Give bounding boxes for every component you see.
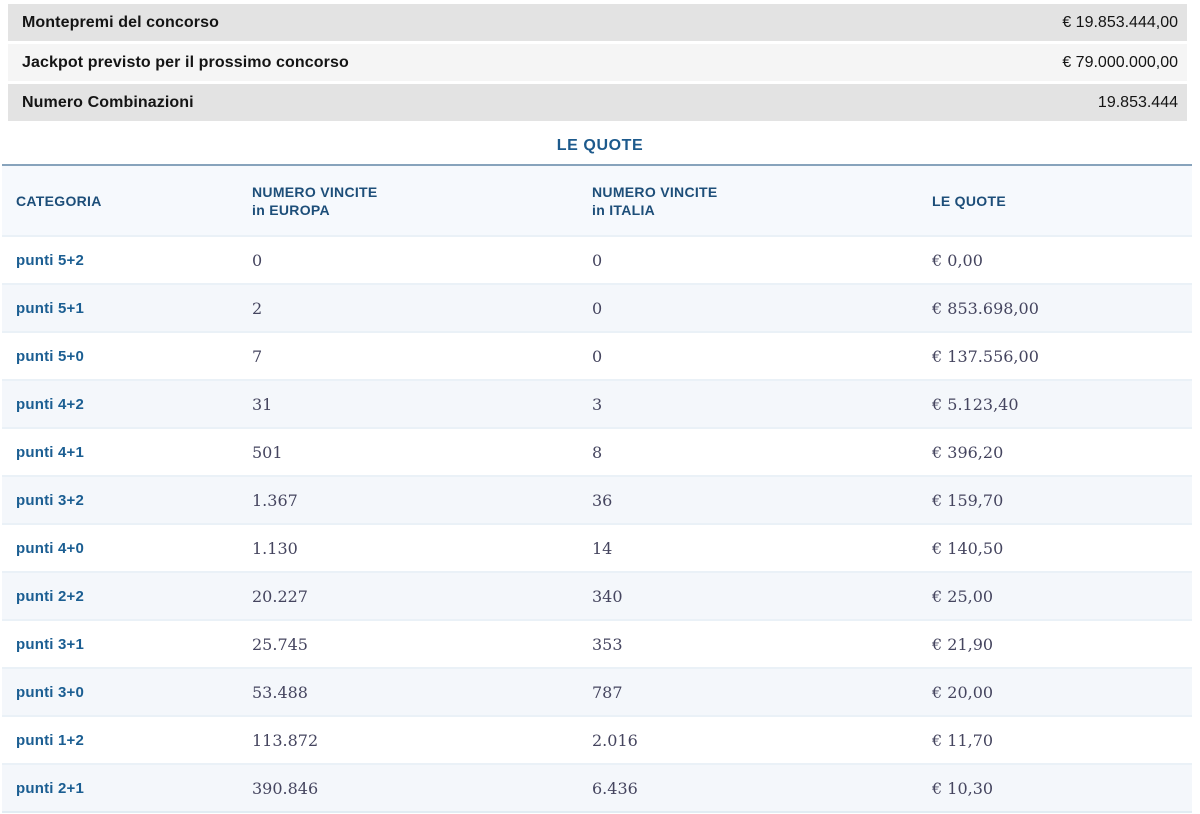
header-vincite-europa: NUMERO VINCITE in EUROPA <box>238 165 578 236</box>
category-cell: punti 3+0 <box>2 667 238 716</box>
quote-table: CATEGORIA NUMERO VINCITE in EUROPA NUMER… <box>2 164 1192 813</box>
quota-cell: € 159,70 <box>918 475 1192 524</box>
quota-cell: € 140,50 <box>918 523 1192 572</box>
combinazioni-value: 19.853.444 <box>1097 93 1178 111</box>
wins-europe-cell: 501 <box>238 427 578 476</box>
header-row: CATEGORIA NUMERO VINCITE in EUROPA NUMER… <box>2 165 1192 236</box>
table-row-punti-4-2: punti 4+2 31 3 € 5.123,40 <box>2 379 1192 428</box>
montepremi-value: € 19.853.444,00 <box>1062 13 1178 31</box>
quota-cell: € 21,90 <box>918 619 1192 668</box>
table-row-punti-5-0: punti 5+0 7 0 € 137.556,00 <box>2 331 1192 380</box>
lottery-results-page: Montepremi del concorso € 19.853.444,00 … <box>0 0 1200 814</box>
quota-cell: € 137.556,00 <box>918 331 1192 380</box>
category-cell: punti 2+2 <box>2 571 238 620</box>
wins-europe-cell: 31 <box>238 379 578 428</box>
wins-italy-cell: 787 <box>578 667 918 716</box>
category-cell: punti 3+1 <box>2 619 238 668</box>
header-vincite-italia: NUMERO VINCITE in ITALIA <box>578 165 918 236</box>
table-row-punti-5-1: punti 5+1 2 0 € 853.698,00 <box>2 283 1192 332</box>
wins-italy-cell: 0 <box>578 331 918 380</box>
wins-europe-cell: 1.367 <box>238 475 578 524</box>
quota-cell: € 853.698,00 <box>918 283 1192 332</box>
wins-italy-cell: 353 <box>578 619 918 668</box>
table-row-punti-1-2: punti 1+2 113.872 2.016 € 11,70 <box>2 715 1192 764</box>
header-europa-line2: in EUROPA <box>252 201 330 218</box>
table-row-punti-3-1: punti 3+1 25.745 353 € 21,90 <box>2 619 1192 668</box>
wins-europe-cell: 1.130 <box>238 523 578 572</box>
quote-table-header: CATEGORIA NUMERO VINCITE in EUROPA NUMER… <box>2 165 1192 236</box>
quota-cell: € 0,00 <box>918 235 1192 284</box>
header-europa-line1: NUMERO VINCITE <box>252 183 378 200</box>
quote-table-body: punti 5+2 0 0 € 0,00 punti 5+1 2 0 € 853… <box>2 235 1192 812</box>
wins-europe-cell: 2 <box>238 283 578 332</box>
header-categoria: CATEGORIA <box>2 165 238 236</box>
table-row-punti-4-1: punti 4+1 501 8 € 396,20 <box>2 427 1192 476</box>
summary-row-jackpot: Jackpot previsto per il prossimo concors… <box>8 44 1187 81</box>
header-categoria-label: CATEGORIA <box>16 192 102 209</box>
wins-europe-cell: 20.227 <box>238 571 578 620</box>
wins-italy-cell: 8 <box>578 427 918 476</box>
category-cell: punti 4+1 <box>2 427 238 476</box>
table-row-punti-3-0: punti 3+0 53.488 787 € 20,00 <box>2 667 1192 716</box>
header-le-quote: LE QUOTE <box>918 165 1192 236</box>
wins-europe-cell: 113.872 <box>238 715 578 764</box>
contest-summary: Montepremi del concorso € 19.853.444,00 … <box>0 0 1200 121</box>
category-cell: punti 4+0 <box>2 523 238 572</box>
wins-europe-cell: 7 <box>238 331 578 380</box>
category-cell: punti 2+1 <box>2 763 238 812</box>
category-cell: punti 5+1 <box>2 283 238 332</box>
combinazioni-label: Numero Combinazioni <box>22 93 194 111</box>
table-row-punti-3-2: punti 3+2 1.367 36 € 159,70 <box>2 475 1192 524</box>
category-cell: punti 1+2 <box>2 715 238 764</box>
wins-europe-cell: 25.745 <box>238 619 578 668</box>
header-italia-line2: in ITALIA <box>592 201 656 218</box>
quota-cell: € 10,30 <box>918 763 1192 812</box>
header-italia-line1: NUMERO VINCITE <box>592 183 718 200</box>
quota-cell: € 11,70 <box>918 715 1192 764</box>
wins-europe-cell: 0 <box>238 235 578 284</box>
wins-europe-cell: 390.846 <box>238 763 578 812</box>
table-row-punti-2-1: punti 2+1 390.846 6.436 € 10,30 <box>2 763 1192 812</box>
table-row-punti-2-2: punti 2+2 20.227 340 € 25,00 <box>2 571 1192 620</box>
quota-cell: € 25,00 <box>918 571 1192 620</box>
quota-cell: € 20,00 <box>918 667 1192 716</box>
jackpot-value: € 79.000.000,00 <box>1062 53 1178 71</box>
jackpot-label: Jackpot previsto per il prossimo concors… <box>22 53 349 71</box>
category-cell: punti 3+2 <box>2 475 238 524</box>
wins-italy-cell: 6.436 <box>578 763 918 812</box>
category-cell: punti 4+2 <box>2 379 238 428</box>
wins-italy-cell: 0 <box>578 283 918 332</box>
montepremi-label: Montepremi del concorso <box>22 13 219 31</box>
summary-row-combinazioni: Numero Combinazioni 19.853.444 <box>8 84 1187 121</box>
table-row-punti-4-0: punti 4+0 1.130 14 € 140,50 <box>2 523 1192 572</box>
section-title-le-quote: LE QUOTE <box>556 137 644 154</box>
wins-italy-cell: 14 <box>578 523 918 572</box>
summary-row-montepremi: Montepremi del concorso € 19.853.444,00 <box>8 4 1187 41</box>
quota-cell: € 5.123,40 <box>918 379 1192 428</box>
category-cell: punti 5+2 <box>2 235 238 284</box>
table-row-punti-5-2: punti 5+2 0 0 € 0,00 <box>2 235 1192 284</box>
wins-europe-cell: 53.488 <box>238 667 578 716</box>
header-le-quote-label: LE QUOTE <box>932 192 1006 209</box>
category-cell: punti 5+0 <box>2 331 238 380</box>
wins-italy-cell: 3 <box>578 379 918 428</box>
wins-italy-cell: 340 <box>578 571 918 620</box>
wins-italy-cell: 36 <box>578 475 918 524</box>
wins-italy-cell: 0 <box>578 235 918 284</box>
quota-cell: € 396,20 <box>918 427 1192 476</box>
wins-italy-cell: 2.016 <box>578 715 918 764</box>
